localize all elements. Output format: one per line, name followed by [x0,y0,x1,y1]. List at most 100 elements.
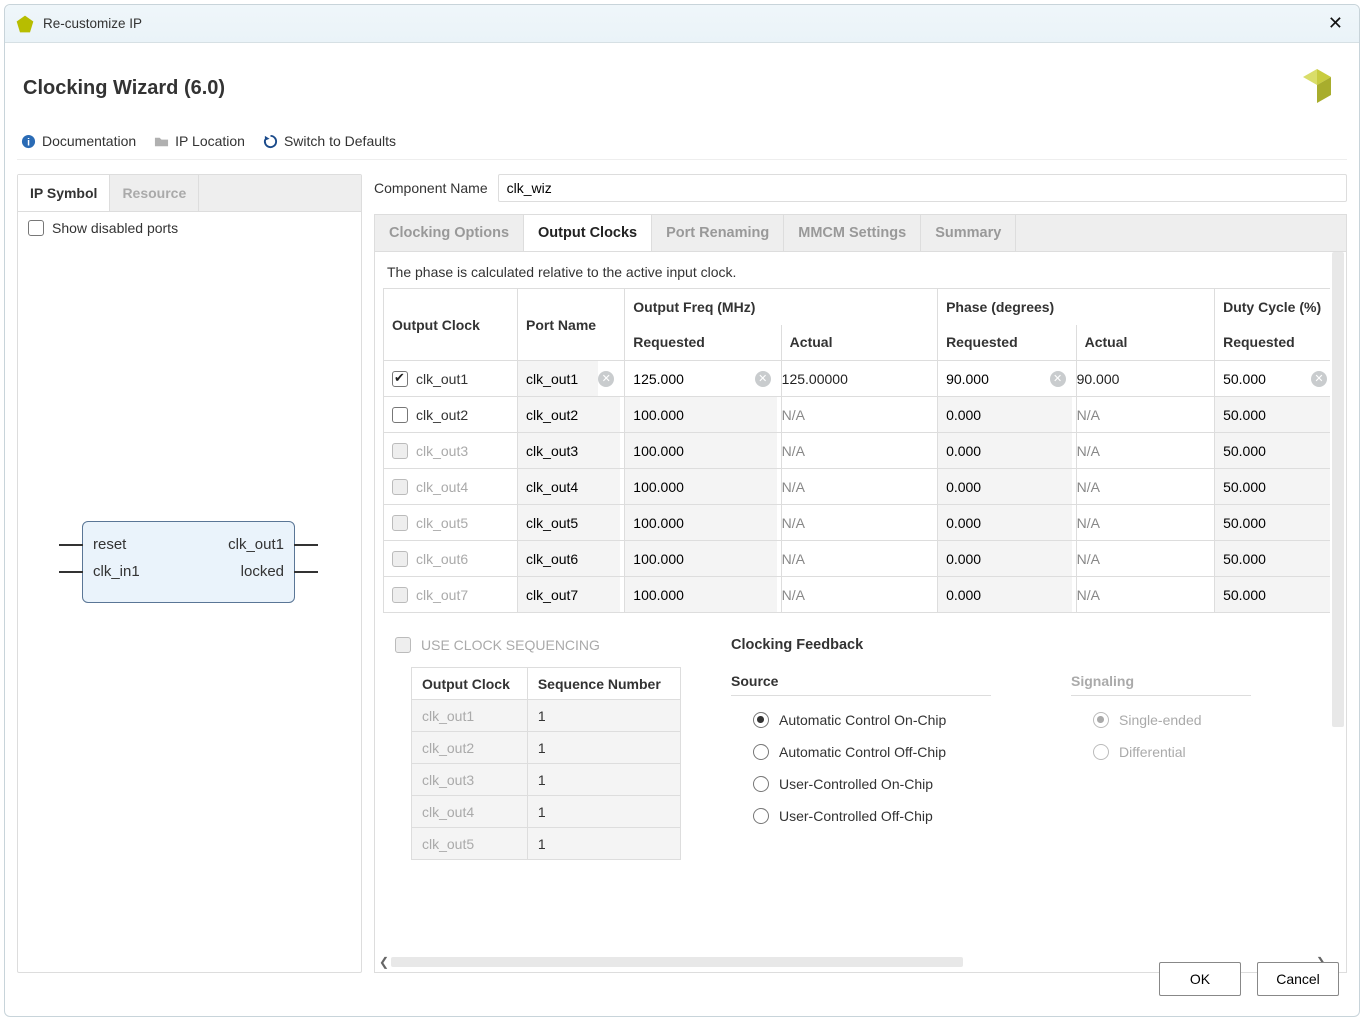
freq-requested-input[interactable] [625,577,776,612]
tab-resource[interactable]: Resource [110,175,199,211]
output-clock-name: clk_out6 [416,551,468,567]
seq-number: 1 [527,732,680,764]
phase-actual: N/A [1076,469,1215,505]
seq-clock-name: clk_out3 [412,764,528,796]
phase-requested-input[interactable] [938,577,1072,612]
use-clock-sequencing-checkbox [395,637,411,653]
duty-requested-input[interactable] [1215,433,1333,468]
phase-requested-input[interactable] [938,505,1072,540]
phase-requested-input[interactable] [938,397,1072,432]
freq-requested-input[interactable] [625,433,776,468]
seq-clock-name: clk_out4 [412,796,528,828]
port-name-input[interactable] [518,397,620,432]
tab-mmcm-settings[interactable]: MMCM Settings [784,215,921,251]
freq-requested-input[interactable] [625,469,776,504]
toolbar: i Documentation IP Location Switch to De… [17,133,1347,160]
phase-requested-input[interactable] [938,541,1072,576]
switch-defaults-link[interactable]: Switch to Defaults [263,133,396,149]
phase-actual: N/A [1076,541,1215,577]
seq-number: 1 [527,828,680,860]
port-name-input[interactable] [518,541,620,576]
freq-actual: N/A [781,433,937,469]
enable-clk_out6-checkbox [392,551,408,567]
enable-clk_out1-checkbox[interactable] [392,371,408,387]
tab-clocking-options[interactable]: Clocking Options [375,215,524,251]
ip-symbol-diagram: reset clk_in1 clk_out1 locked [18,244,361,972]
freq-requested-input[interactable] [625,397,776,432]
output-clocks-table: Output Clock Port Name Output Freq (MHz)… [383,288,1338,613]
phase-requested-input[interactable] [938,469,1072,504]
output-clock-name: clk_out7 [416,587,468,603]
ip-location-link[interactable]: IP Location [154,133,245,149]
radio-auto-off-chip[interactable]: Automatic Control Off-Chip [753,744,991,760]
radio-user-on-chip[interactable]: User-Controlled On-Chip [753,776,991,792]
enable-clk_out4-checkbox [392,479,408,495]
duty-requested-input[interactable] [1215,505,1333,540]
seq-number: 1 [527,700,680,732]
duty-requested-input[interactable] [1215,469,1333,504]
window-title: Re-customize IP [43,16,142,31]
output-clock-name: clk_out3 [416,443,468,459]
right-panel: Component Name Clocking Options Output C… [374,174,1347,973]
freq-actual: N/A [781,469,937,505]
ok-button[interactable]: OK [1159,962,1241,996]
duty-requested-input[interactable] [1215,397,1333,432]
use-clock-sequencing-label: USE CLOCK SEQUENCING [421,637,600,653]
port-name-input[interactable] [518,469,620,504]
radio-single-ended: Single-ended [1093,712,1251,728]
phase-actual: N/A [1076,505,1215,541]
port-name-input[interactable] [518,361,598,396]
freq-requested-input[interactable] [625,505,776,540]
freq-actual: N/A [781,577,937,613]
page-title: Clocking Wizard (6.0) [23,65,1347,111]
duty-requested-input[interactable] [1215,541,1333,576]
port-clk-out1: clk_out1 [228,536,284,553]
show-disabled-label: Show disabled ports [52,220,178,236]
phase-requested-input[interactable] [938,361,1050,396]
duty-requested-input[interactable] [1215,577,1333,612]
phase-description: The phase is calculated relative to the … [387,264,1338,280]
tab-summary[interactable]: Summary [921,215,1016,251]
duty-requested-input[interactable] [1215,361,1311,396]
output-clock-name: clk_out2 [416,407,468,423]
freq-actual: 125.00000 [781,361,937,397]
clear-icon[interactable]: ✕ [755,371,771,387]
show-disabled-checkbox[interactable] [28,220,44,236]
freq-requested-input[interactable] [625,361,754,396]
enable-clk_out3-checkbox [392,443,408,459]
radio-user-off-chip[interactable]: User-Controlled Off-Chip [753,808,991,824]
scroll-left-icon: ❮ [377,955,391,969]
port-name-input[interactable] [518,505,620,540]
phase-requested-input[interactable] [938,433,1072,468]
vertical-scrollbar[interactable] [1330,252,1346,950]
port-clk-in1: clk_in1 [93,563,140,580]
documentation-link[interactable]: i Documentation [21,133,136,149]
seq-clock-name: clk_out1 [412,700,528,732]
output-clock-name: clk_out4 [416,479,468,495]
info-icon: i [21,134,36,149]
svg-text:i: i [27,137,30,148]
phase-actual: N/A [1076,433,1215,469]
component-name-input[interactable] [498,174,1347,202]
close-icon[interactable]: ✕ [1322,11,1349,36]
clear-icon[interactable]: ✕ [1050,371,1066,387]
radio-differential: Differential [1093,744,1251,760]
seq-clock-name: clk_out5 [412,828,528,860]
source-label: Source [731,673,991,689]
port-name-input[interactable] [518,577,620,612]
cancel-button[interactable]: Cancel [1257,962,1339,996]
brand-logo-icon [1303,65,1343,111]
clear-icon[interactable]: ✕ [1311,371,1327,387]
tab-port-renaming[interactable]: Port Renaming [652,215,784,251]
freq-requested-input[interactable] [625,541,776,576]
port-name-input[interactable] [518,433,620,468]
seq-number: 1 [527,764,680,796]
radio-auto-on-chip[interactable]: Automatic Control On-Chip [753,712,991,728]
enable-clk_out2-checkbox[interactable] [392,407,408,423]
titlebar: Re-customize IP ✕ [5,5,1359,43]
tab-ip-symbol[interactable]: IP Symbol [18,175,110,211]
freq-actual: N/A [781,541,937,577]
clear-icon[interactable]: ✕ [598,371,614,387]
tab-output-clocks[interactable]: Output Clocks [524,215,652,251]
refresh-icon [263,134,278,149]
